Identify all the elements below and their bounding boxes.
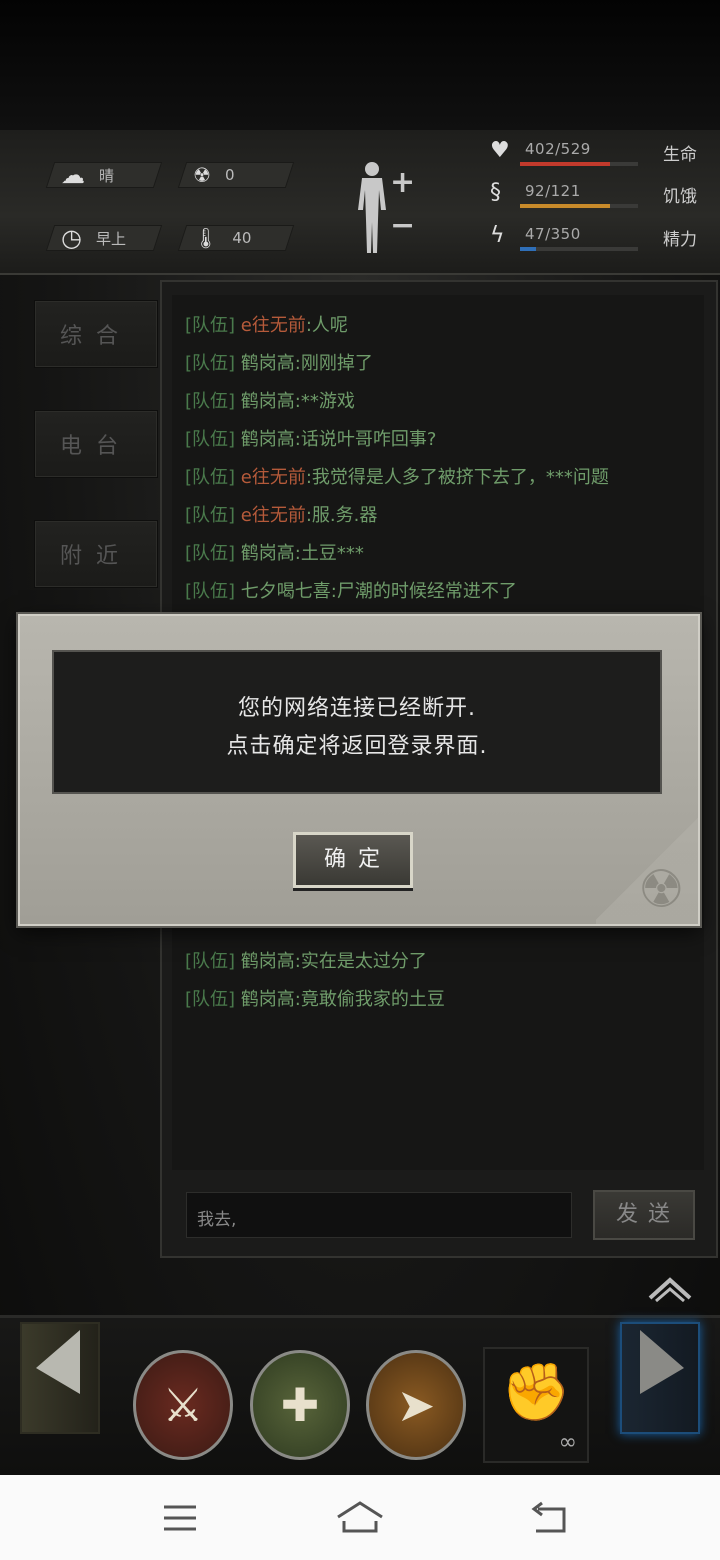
game-screen: ☁ 晴 ☢ 0 ◷ 早上 🌡 40 + − ♥ 402/529 生命 § 92/121 …	[0, 0, 720, 1475]
thermometer-icon: 🌡	[193, 226, 219, 250]
stomach-icon: §	[490, 180, 501, 205]
weather-pill: ☁ 晴	[45, 161, 163, 189]
chat-message: [队伍] 鹤岗高:土豆***	[185, 543, 364, 564]
radiation-value: 0	[224, 166, 235, 184]
hunger-value: 92/121	[525, 182, 581, 200]
confirm-button[interactable]: 确定	[293, 832, 413, 888]
add-equipment-icon[interactable]: +	[390, 165, 415, 200]
skill-slot-heal[interactable]: ✚	[250, 1350, 350, 1460]
skill-slot-combat[interactable]: ⚔	[133, 1350, 233, 1460]
menu-icon[interactable]	[150, 1495, 210, 1541]
crossed-weapons-icon: ⚔	[162, 1378, 204, 1432]
radiation-pill: ☢ 0	[177, 162, 295, 188]
hunger-label: 饥饿	[663, 187, 697, 207]
temperature-pill: 🌡 40	[177, 225, 295, 251]
body-figure-icon[interactable]	[352, 160, 392, 255]
energy-icon: ϟ	[490, 223, 505, 248]
system-nav-bar	[0, 1475, 720, 1560]
weather-label: 晴	[99, 166, 115, 185]
skill-slot-sprint[interactable]: ➤	[366, 1350, 466, 1460]
radiation-watermark-icon: ☢	[638, 860, 685, 920]
chat-message: [队伍] 鹤岗高:实在是太过分了	[185, 951, 427, 972]
time-label: 早上	[95, 229, 126, 248]
stat-health: ♥ 402/529 生命	[490, 138, 715, 170]
clock-icon: ◷	[61, 224, 82, 252]
tab-nearby[interactable]: 附近	[34, 520, 158, 588]
chat-message: [队伍] 鹤岗高:话说叶哥咋回事?	[185, 429, 437, 450]
health-bar	[520, 162, 638, 166]
prev-page-button[interactable]	[20, 1322, 100, 1434]
chat-message: [队伍] e往无前:我觉得是人多了被挤下去了，***问题	[185, 467, 609, 488]
weapon-slot-fist[interactable]: ✊ ∞	[483, 1347, 589, 1463]
arrow-right-icon	[640, 1330, 684, 1394]
energy-label: 精力	[663, 230, 697, 250]
chat-message: [队伍] 鹤岗高:**游戏	[185, 391, 355, 412]
back-icon[interactable]	[518, 1495, 578, 1541]
energy-value: 47/350	[525, 225, 581, 243]
meditate-heal-icon: ✚	[280, 1378, 320, 1432]
temperature-value: 40	[232, 229, 252, 247]
tab-radio[interactable]: 电台	[34, 410, 158, 478]
sprint-icon: ➤	[396, 1378, 436, 1432]
chat-input[interactable]: 我去,	[186, 1192, 572, 1238]
fist-icon: ✊	[501, 1360, 571, 1425]
radiation-icon: ☢	[193, 163, 211, 187]
chat-message: [队伍] 鹤岗高:刚刚掉了	[185, 353, 373, 374]
hunger-bar	[520, 204, 638, 208]
health-value: 402/529	[525, 140, 591, 158]
send-button[interactable]: 发送	[593, 1190, 695, 1240]
chat-message: [队伍] 七夕喝七喜:尸潮的时候经常进不了	[185, 581, 517, 602]
dialog-message-line-1: 您的网络连接已经断开.	[238, 696, 476, 721]
heart-icon: ♥	[490, 138, 510, 163]
stat-energy: ϟ 47/350 精力	[490, 223, 715, 255]
collapse-up-icon[interactable]	[646, 1270, 694, 1304]
time-pill: ◷ 早上	[45, 224, 163, 252]
fist-count: ∞	[558, 1430, 577, 1455]
next-page-button[interactable]	[620, 1322, 700, 1434]
top-spacer	[0, 0, 720, 130]
chat-message: [队伍] e往无前:人呢	[185, 315, 348, 336]
health-label: 生命	[663, 145, 697, 165]
home-icon[interactable]	[330, 1495, 390, 1541]
tab-general[interactable]: 综合	[34, 300, 158, 368]
stat-hunger: § 92/121 饥饿	[490, 180, 715, 212]
action-bar	[0, 1315, 720, 1475]
dialog-message-box	[52, 650, 662, 794]
arrow-left-icon	[36, 1330, 80, 1394]
chat-message: [队伍] 鹤岗高:竟敢偷我家的土豆	[185, 989, 445, 1010]
dialog-message-line-2: 点击确定将返回登录界面.	[226, 734, 488, 759]
remove-equipment-icon[interactable]: −	[390, 208, 415, 243]
cloud-sun-icon: ☁	[61, 161, 85, 189]
energy-bar	[520, 247, 638, 251]
chat-message: [队伍] e往无前:服.务.器	[185, 505, 378, 526]
